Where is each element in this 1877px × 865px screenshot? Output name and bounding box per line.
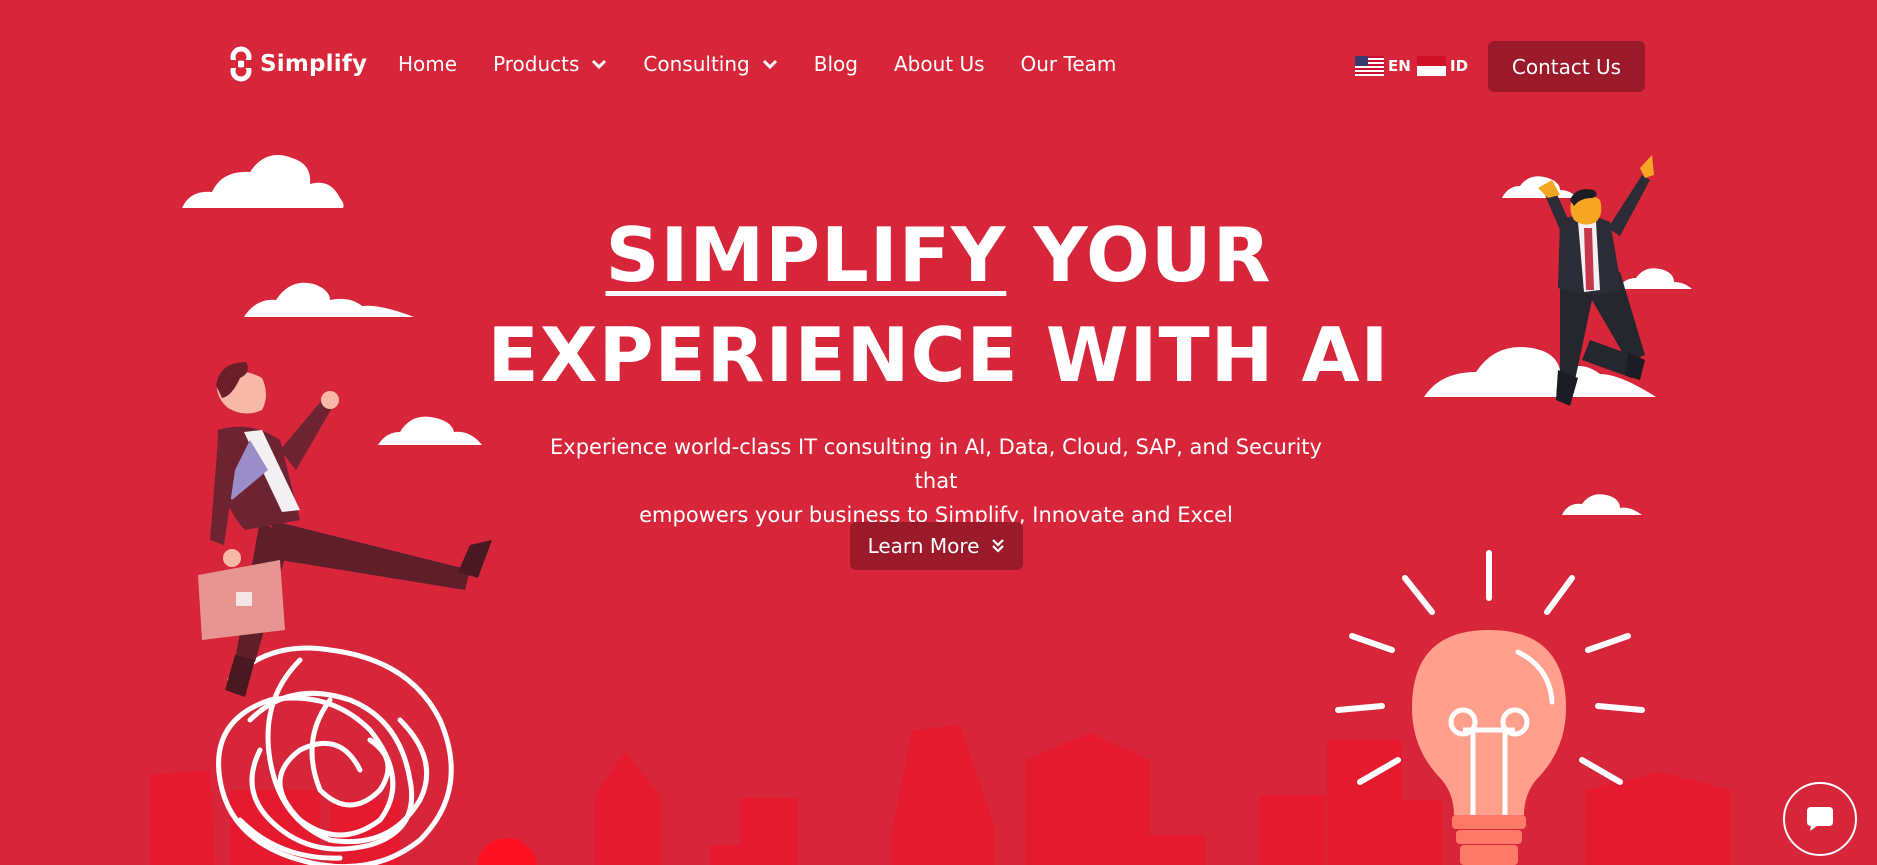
simplify-logo-icon	[226, 46, 256, 82]
contact-us-button[interactable]: Contact Us	[1488, 41, 1645, 92]
hero-subtitle: Experience world-class IT consulting in …	[538, 430, 1334, 532]
hero-title-highlight: SIMPLIFY	[605, 211, 1007, 299]
nav-products[interactable]: Products	[493, 52, 607, 76]
double-chevron-down-icon	[992, 539, 1005, 553]
us-flag-icon	[1355, 56, 1384, 76]
nav-home[interactable]: Home	[398, 52, 457, 76]
learn-more-button[interactable]: Learn More	[850, 522, 1023, 570]
nav-consulting-label: Consulting	[643, 52, 750, 76]
language-id[interactable]: ID	[1417, 56, 1468, 76]
nav-home-label: Home	[398, 52, 458, 76]
nav-about-us-label: About Us	[893, 52, 985, 76]
learn-more-label: Learn More	[867, 534, 980, 558]
scribble-ball	[216, 645, 454, 865]
language-en-label: EN	[1388, 57, 1411, 75]
contact-us-label: Contact Us	[1511, 54, 1622, 79]
nav-blog-label: Blog	[813, 52, 858, 76]
language-en[interactable]: EN	[1355, 56, 1411, 76]
nav-consulting[interactable]: Consulting	[643, 52, 777, 76]
nav-our-team-label: Our Team	[1020, 52, 1117, 76]
red-dot-decoration	[477, 838, 537, 865]
nav-about-us[interactable]: About Us	[894, 52, 985, 76]
nav-products-label: Products	[493, 52, 580, 76]
main-menu: Home Products Consulting Blog About Us O…	[398, 52, 1116, 76]
nav-blog[interactable]: Blog	[814, 52, 858, 76]
hero-subtitle-line1: Experience world-class IT consulting in …	[550, 435, 1322, 493]
chevron-down-icon	[592, 59, 607, 69]
chat-bubble-icon	[1807, 807, 1833, 831]
indonesia-flag-icon	[1417, 56, 1446, 76]
hero-title-rest: YOUR	[1006, 211, 1272, 299]
top-navigation: Simplify Home Products Consulting Blog A…	[0, 0, 1877, 134]
language-id-label: ID	[1450, 57, 1469, 75]
brand-name: Simplify	[260, 51, 368, 77]
chat-widget-button[interactable]	[1783, 782, 1857, 856]
nav-our-team[interactable]: Our Team	[1021, 52, 1117, 76]
brand-logo[interactable]: Simplify	[226, 46, 367, 82]
hero-title-line1: SIMPLIFY YOUR	[0, 218, 1877, 293]
chevron-down-icon	[762, 59, 777, 69]
running-businessman	[198, 362, 492, 697]
hero-title-line2: EXPERIENCE WITH AI	[487, 311, 1390, 399]
